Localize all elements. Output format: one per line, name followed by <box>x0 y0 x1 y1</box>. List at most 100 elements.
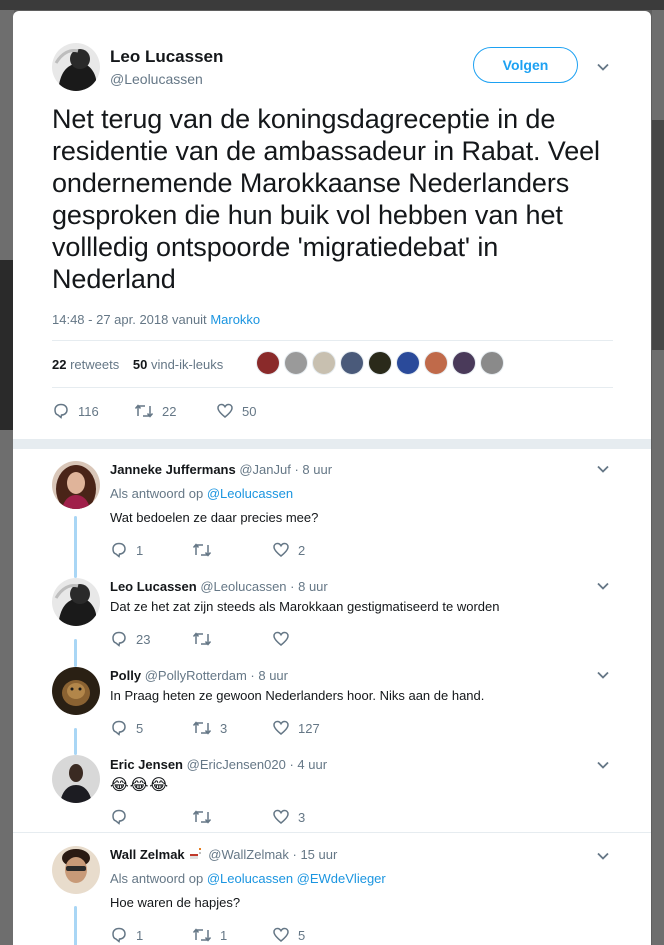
thread-line <box>74 728 77 755</box>
retweet-icon <box>192 630 212 648</box>
reply-action[interactable]: 1 <box>110 541 192 559</box>
avatar[interactable] <box>52 846 100 894</box>
retweet-icon <box>192 541 212 559</box>
avatar[interactable] <box>52 755 100 803</box>
reply-time[interactable]: · 8 uur <box>294 462 332 477</box>
likes-count: 50 <box>132 357 148 372</box>
avatar[interactable] <box>52 461 100 509</box>
likers-avatars[interactable] <box>256 351 508 377</box>
chevron-down-icon[interactable] <box>597 669 609 681</box>
like-action[interactable] <box>272 630 298 648</box>
reply-count: 116 <box>78 403 99 419</box>
thread-line <box>74 639 77 667</box>
like-action[interactable]: 127 <box>272 719 320 737</box>
retweet-action[interactable] <box>192 808 272 826</box>
like-count: 50 <box>242 403 257 419</box>
author-name[interactable]: Leo Lucassen <box>110 47 223 67</box>
liker-avatar[interactable] <box>284 351 308 375</box>
chevron-down-icon[interactable] <box>597 850 609 862</box>
retweet-action[interactable]: 3 <box>192 719 272 737</box>
author-handle[interactable]: @Leolucassen <box>110 71 203 87</box>
author-avatar[interactable] <box>52 43 100 91</box>
like-action[interactable]: 5 <box>272 926 305 944</box>
liker-avatar[interactable] <box>452 351 476 375</box>
retweets-label: retweets <box>70 357 120 372</box>
liker-avatar[interactable] <box>312 351 336 375</box>
reply-header: Janneke Juffermans @JanJuf · 8 uur <box>110 462 332 477</box>
liker-avatar[interactable] <box>480 351 504 375</box>
reply-icon <box>110 541 128 559</box>
reply-action[interactable]: 23 <box>110 630 192 648</box>
reply-context: Als antwoord op @Leolucassen <box>110 486 293 501</box>
reply-action[interactable] <box>110 808 192 826</box>
reply-header: Eric Jensen @EricJensen020 · 4 uur <box>110 757 327 772</box>
like-count: 2 <box>298 542 306 558</box>
reply-author-name[interactable]: Janneke Juffermans <box>110 462 236 477</box>
reply-count: 1 <box>136 542 144 558</box>
retweets-stat[interactable]: 22 retweets <box>52 357 119 372</box>
location-link[interactable]: Marokko <box>210 312 260 327</box>
reply-author-handle[interactable]: @Leolucassen <box>200 579 286 594</box>
reply-action[interactable]: 1 <box>110 926 192 944</box>
reply-text: Wat bedoelen ze daar precies mee? <box>110 510 319 525</box>
flag-icon <box>188 847 202 864</box>
retweet-action[interactable]: 22 <box>134 402 216 420</box>
liker-avatar[interactable] <box>368 351 392 375</box>
likes-stat[interactable]: 50 vind-ik-leuks <box>133 357 223 372</box>
reply-author-name[interactable]: Polly <box>110 668 141 683</box>
reply-author-name[interactable]: Eric Jensen <box>110 757 183 772</box>
chevron-down-icon[interactable] <box>597 463 609 475</box>
reply-action[interactable]: 116 <box>52 402 134 420</box>
retweet-icon <box>192 808 212 826</box>
liker-avatar[interactable] <box>396 351 420 375</box>
like-action[interactable]: 3 <box>272 808 305 826</box>
reply-header: Leo Lucassen @Leolucassen · 8 uur <box>110 579 328 594</box>
follow-button[interactable]: Volgen <box>473 47 578 83</box>
chevron-down-icon[interactable] <box>597 580 609 592</box>
like-action[interactable]: 2 <box>272 541 305 559</box>
chevron-down-icon[interactable] <box>597 61 609 73</box>
mention-link[interactable]: @Leolucassen @EWdeVlieger <box>207 871 386 886</box>
reply-actions: 23 <box>110 629 298 649</box>
reply-time[interactable]: · 15 uur <box>293 847 338 862</box>
retweet-action[interactable] <box>192 541 272 559</box>
tweet-modal: Leo Lucassen @Leolucassen Volgen Net ter… <box>13 11 651 945</box>
tweet-text: Net terug van de koningsdagreceptie in d… <box>52 104 600 294</box>
retweet-count: 1 <box>220 927 228 943</box>
thread-line <box>74 906 77 945</box>
reply-author-name[interactable]: Leo Lucassen <box>110 579 197 594</box>
thread-line <box>74 516 77 578</box>
reply-time[interactable]: · 4 uur <box>289 757 327 772</box>
timestamp-text: 14:48 - 27 apr. 2018 vanuit <box>52 312 207 327</box>
reply-context: Als antwoord op @Leolucassen @EWdeVliege… <box>110 871 386 886</box>
chevron-down-icon[interactable] <box>597 759 609 771</box>
divider <box>52 387 613 388</box>
mention-link[interactable]: @Leolucassen <box>207 486 293 501</box>
background-left-image <box>0 260 14 430</box>
reply-count: 23 <box>136 631 151 647</box>
retweet-action[interactable]: 1 <box>192 926 272 944</box>
liker-avatar[interactable] <box>424 351 448 375</box>
reply-author-name[interactable]: Wall Zelmak <box>110 847 185 862</box>
liker-avatar[interactable] <box>256 351 280 375</box>
reply-context-prefix: Als antwoord op <box>110 871 204 886</box>
avatar[interactable] <box>52 578 100 626</box>
reply-author-handle[interactable]: @WallZelmak <box>208 847 289 862</box>
reply-icon <box>110 630 128 648</box>
divider <box>52 340 613 341</box>
avatar[interactable] <box>52 667 100 715</box>
reply-time[interactable]: · 8 uur <box>250 668 288 683</box>
liker-avatar[interactable] <box>340 351 364 375</box>
reply-time[interactable]: · 8 uur <box>290 579 328 594</box>
background-top-bar <box>0 0 664 10</box>
background-left <box>0 10 14 945</box>
reply-author-handle[interactable]: @JanJuf <box>239 462 291 477</box>
reply-author-handle[interactable]: @PollyRotterdam <box>145 668 247 683</box>
likes-label: vind-ik-leuks <box>150 357 224 372</box>
like-action[interactable]: 50 <box>216 402 256 420</box>
heart-icon <box>272 541 290 559</box>
reply-count: 5 <box>136 720 144 736</box>
retweet-action[interactable] <box>192 630 272 648</box>
reply-author-handle[interactable]: @EricJensen020 <box>187 757 286 772</box>
reply-action[interactable]: 5 <box>110 719 192 737</box>
